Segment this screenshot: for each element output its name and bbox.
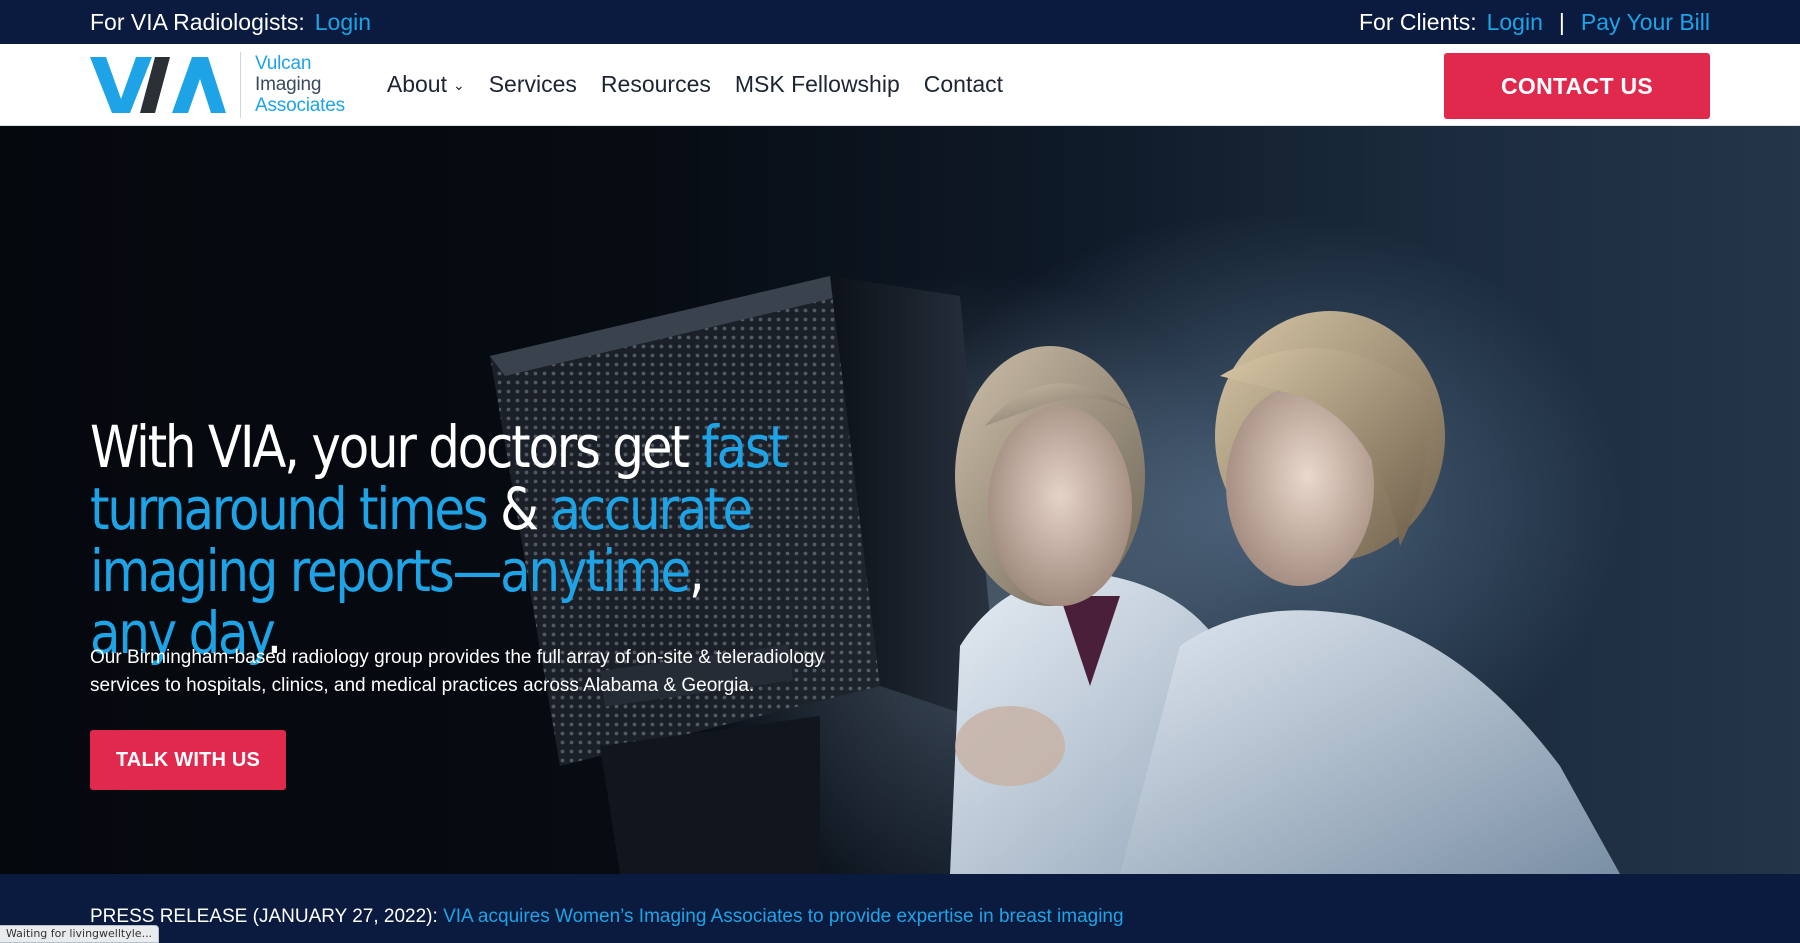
via-logo-mark-icon — [90, 56, 226, 113]
nav-item-resources[interactable]: Resources — [589, 71, 723, 98]
nav-item-label: Contact — [923, 71, 1004, 97]
radiologists-group: For VIA Radiologists: Login — [90, 9, 371, 36]
nav-item-contact[interactable]: Contact — [912, 71, 1015, 98]
hero-headline: With VIA, your doctors get fast turnarou… — [90, 416, 795, 664]
chevron-down-icon: ⌄ — [452, 77, 465, 93]
hero-section: With VIA, your doctors get fast turnarou… — [0, 126, 1800, 874]
browser-status-bar: Waiting for livingwelltyle... — [0, 925, 160, 943]
nav-menu: About ⌄ Services Resources MSK Fellowshi… — [375, 71, 1015, 98]
link-separator: | — [1558, 8, 1565, 35]
clients-group: For Clients: Login | Pay Your Bill — [1359, 9, 1710, 36]
via-logo[interactable]: Vulcan Imaging Associates — [90, 44, 345, 126]
hero-subtext: Our Birmingham-based radiology group pro… — [90, 647, 824, 696]
logo-word-vulcan: Vulcan — [255, 53, 312, 74]
headline-part: With VIA, your doctors get — [90, 413, 702, 481]
clients-label: For Clients: — [1359, 8, 1477, 35]
logo-wordmark: Vulcan Imaging Associates — [255, 53, 345, 116]
headline-highlight: anytime — [500, 537, 691, 605]
headline-highlight: — — [452, 537, 502, 605]
radiologists-login-link[interactable]: Login — [315, 9, 371, 36]
pay-bill-link[interactable]: Pay Your Bill — [1581, 9, 1710, 36]
nav-item-label: Resources — [600, 71, 711, 97]
radiologists-label: For VIA Radiologists: — [90, 8, 305, 35]
logo-word-associates: Associates — [255, 95, 345, 116]
press-release-link[interactable]: VIA acquires Women’s Imaging Associates … — [443, 906, 1123, 927]
nav-item-label: MSK Fellowship — [734, 71, 900, 97]
nav-item-label: Services — [488, 71, 577, 97]
nav-item-label: About — [386, 71, 447, 97]
talk-with-us-button[interactable]: TALK WITH US — [90, 730, 286, 790]
press-release-bar: PRESS RELEASE (JANUARY 27, 2022): VIA ac… — [0, 874, 1800, 943]
utility-bar: For VIA Radiologists: Login For Clients:… — [0, 0, 1800, 44]
logo-divider — [240, 51, 241, 118]
clients-login-link[interactable]: Login — [1487, 9, 1543, 36]
headline-part: & — [486, 475, 551, 543]
headline-part: , — [688, 537, 705, 605]
logo-word-imaging: Imaging — [255, 74, 322, 95]
press-release-prefix: PRESS RELEASE (JANUARY 27, 2022): — [90, 906, 444, 927]
nav-item-services[interactable]: Services — [477, 71, 589, 98]
main-nav: Vulcan Imaging Associates About ⌄ Servic… — [0, 44, 1800, 126]
contact-us-button[interactable]: CONTACT US — [1444, 53, 1710, 119]
nav-item-msk-fellowship[interactable]: MSK Fellowship — [723, 71, 912, 98]
nav-item-about[interactable]: About ⌄ — [375, 71, 477, 98]
